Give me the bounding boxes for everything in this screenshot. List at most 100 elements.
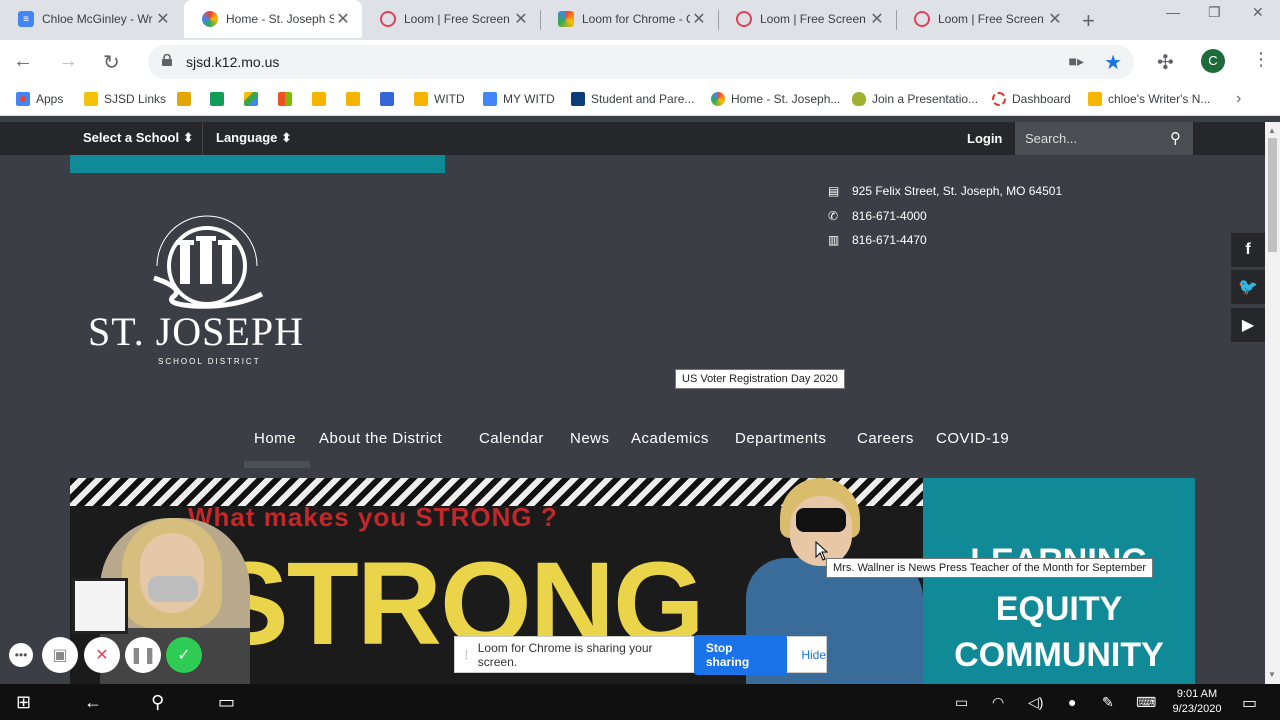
bookmark-clever[interactable] (380, 92, 400, 106)
scrollbar-thumb[interactable] (1268, 138, 1277, 252)
address-bar[interactable]: sjsd.k12.mo.us ■▸ ★ (148, 45, 1134, 79)
sort-arrows-icon: ⬍ (281, 130, 292, 145)
loom-finish-icon[interactable]: ✓ (166, 637, 202, 673)
nav-news[interactable]: News (570, 430, 610, 447)
select-school-dropdown[interactable]: Select a School ⬍ (83, 130, 194, 146)
tab-loom-2[interactable]: Loom | Free Screen & ✕ (718, 0, 896, 38)
system-clock[interactable]: 9:01 AM 9/23/2020 (1166, 687, 1228, 717)
fax-icon: ▥ (828, 233, 840, 247)
stop-sharing-button[interactable]: Stop sharing (693, 634, 788, 675)
hide-button[interactable]: Hide (801, 648, 826, 662)
vertical-scrollbar[interactable]: ▲ ▼ (1265, 122, 1280, 684)
divider (202, 122, 203, 155)
bookmark-join-presentation[interactable]: Join a Presentatio... (852, 92, 978, 106)
nav-covid-19[interactable]: COVID-19 (936, 430, 1009, 447)
loom-icon (736, 11, 752, 27)
hero-headline: What makes you STRONG ? (188, 502, 558, 532)
microsoft-icon (278, 92, 292, 106)
chevron-right-icon[interactable]: › (1236, 90, 1241, 108)
language-dropdown[interactable]: Language ⬍ (216, 130, 292, 146)
drive-icon (244, 92, 258, 106)
bookmark-student-parent[interactable]: Student and Pare... (571, 92, 694, 106)
active-nav-indicator (244, 461, 310, 468)
nav-home[interactable]: Home (254, 430, 296, 447)
close-window-button[interactable]: ✕ (1252, 4, 1264, 21)
tab-sjsd-home[interactable]: Home - St. Joseph Sc ✕ (184, 0, 362, 38)
loom-camera-toggle-icon[interactable]: ▣ (42, 637, 78, 673)
chrome-menu-icon[interactable]: ⋮ (1252, 49, 1270, 70)
close-icon[interactable]: ✕ (334, 9, 352, 29)
bookmark-my-witd[interactable]: MY WITD (483, 92, 555, 106)
bookmark-apps[interactable]: Apps (16, 92, 63, 106)
search-input[interactable]: Search... (1025, 131, 1077, 146)
nav-departments[interactable]: Departments (735, 430, 826, 447)
battery-icon[interactable]: ▭ (955, 694, 968, 711)
new-tab-button[interactable]: + (1082, 8, 1095, 34)
nav-about-the-district[interactable]: About the District (319, 430, 442, 447)
volume-icon[interactable]: ◁) (1028, 694, 1043, 711)
bookmark-classroom[interactable] (210, 92, 230, 106)
contact-phone[interactable]: ✆ 816-671-4000 (828, 209, 927, 223)
folder-icon (84, 92, 98, 106)
twitter-icon[interactable]: 🐦 (1231, 270, 1265, 304)
notifications-icon[interactable]: ▭ (1242, 693, 1257, 713)
loom-more-icon[interactable]: ••• (9, 643, 33, 667)
loom-pause-icon[interactable]: ❚❚ (125, 637, 161, 673)
bookmark-star-icon[interactable]: ★ (1104, 50, 1122, 75)
bookmark-sjsd-home[interactable]: Home - St. Joseph... (711, 92, 840, 106)
extensions-puzzle-icon[interactable]: ✣ (1157, 50, 1174, 75)
clock-time: 9:01 AM (1176, 688, 1218, 700)
camera-icon[interactable]: ■▸ (1069, 53, 1084, 70)
search-icon[interactable]: ⚲ (1170, 129, 1181, 147)
contact-address: ▤ 925 Felix Street, St. Joseph, MO 64501 (828, 184, 1063, 198)
dashboard-icon (992, 92, 1006, 106)
mouse-cursor-icon (815, 541, 829, 561)
facebook-icon[interactable]: f (1231, 233, 1265, 267)
profile-avatar[interactable]: C (1201, 49, 1225, 73)
tab-loom-3[interactable]: Loom | Free Screen & ✕ (896, 0, 1074, 38)
minimize-button[interactable]: — (1166, 4, 1180, 20)
task-view-icon[interactable]: ▭ (218, 692, 235, 713)
youtube-icon[interactable]: ▶ (1231, 308, 1265, 342)
bookmark-microsoft[interactable] (278, 92, 298, 106)
bookmark-drive[interactable] (244, 92, 264, 106)
back-button[interactable]: ← (13, 50, 33, 73)
nav-calendar[interactable]: Calendar (479, 430, 544, 447)
url-text: sjsd.k12.mo.us (186, 54, 280, 70)
microphone-icon[interactable]: ● (1068, 694, 1076, 710)
drag-handle-icon[interactable]: ⁞ (455, 648, 478, 662)
keyboard-icon[interactable]: ⌨ (1136, 694, 1156, 711)
reload-button[interactable]: ↻ (103, 50, 120, 75)
tab-docs[interactable]: ≡ Chloe McGinley - Wr ✕ (0, 0, 182, 38)
bookmark-dashboard[interactable]: Dashboard (992, 92, 1071, 106)
search-icon[interactable]: ⚲ (151, 692, 164, 713)
pen-icon[interactable]: ✎ (1102, 694, 1114, 711)
nav-academics[interactable]: Academics (631, 430, 709, 447)
back-arrow-icon[interactable]: ← (84, 692, 102, 713)
loom-cancel-icon[interactable]: ✕ (84, 637, 120, 673)
wifi-icon[interactable]: ◠ (992, 694, 1004, 711)
close-icon[interactable]: ✕ (154, 9, 172, 29)
tab-loom-webstore[interactable]: Loom for Chrome - C ✕ (540, 0, 718, 38)
scroll-up-arrow-icon[interactable]: ▲ (1268, 126, 1276, 135)
site-search-box[interactable]: Search... ⚲ (1015, 122, 1193, 155)
bookmark-keep[interactable] (346, 92, 366, 106)
close-icon[interactable]: ✕ (512, 9, 530, 29)
docs-icon (483, 92, 497, 106)
close-icon[interactable]: ✕ (1046, 9, 1064, 29)
login-link[interactable]: Login (967, 131, 1002, 146)
bookmark-tiger[interactable] (177, 92, 197, 106)
forward-button[interactable]: → (58, 50, 78, 73)
maximize-button[interactable]: ❐ (1208, 4, 1221, 21)
close-icon[interactable]: ✕ (690, 9, 708, 29)
bookmark-witd[interactable]: WITD (414, 92, 465, 106)
nav-careers[interactable]: Careers (857, 430, 914, 447)
scroll-down-arrow-icon[interactable]: ▼ (1268, 670, 1276, 679)
tab-loom-1[interactable]: Loom | Free Screen & ✕ (362, 0, 540, 38)
close-icon[interactable]: ✕ (868, 9, 886, 29)
bookmark-sjsd-links[interactable]: SJSD Links (84, 92, 166, 106)
bookmark-slides[interactable] (312, 92, 332, 106)
browser-tab-strip: ≡ Chloe McGinley - Wr ✕ Home - St. Josep… (0, 0, 1280, 40)
bookmark-writers-notebook[interactable]: chloe's Writer's N... (1088, 92, 1210, 106)
windows-start-icon[interactable]: ⊞ (16, 692, 31, 713)
